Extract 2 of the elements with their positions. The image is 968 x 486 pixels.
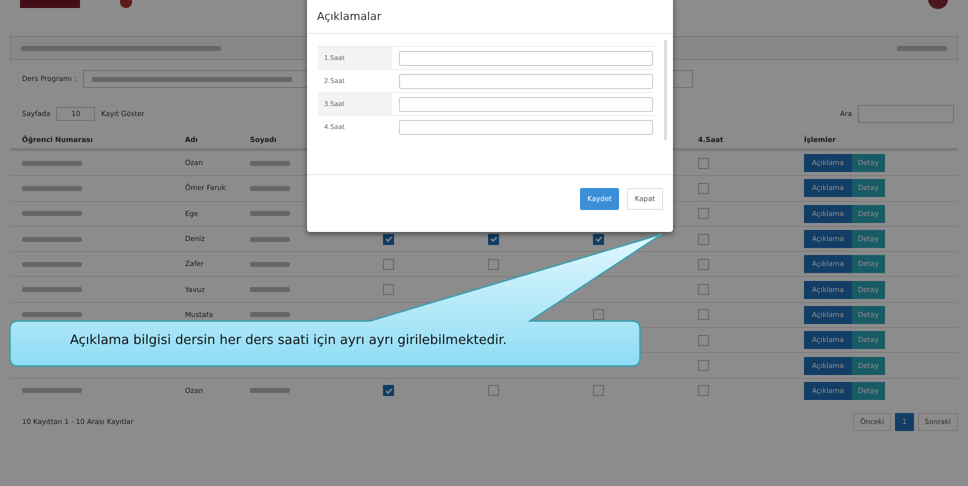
callout-text: Açıklama bilgisi dersin her ders saati için ayrı ayrı girilebilmektedir.	[70, 333, 507, 348]
modal-title: Açıklamalar	[307, 0, 673, 34]
